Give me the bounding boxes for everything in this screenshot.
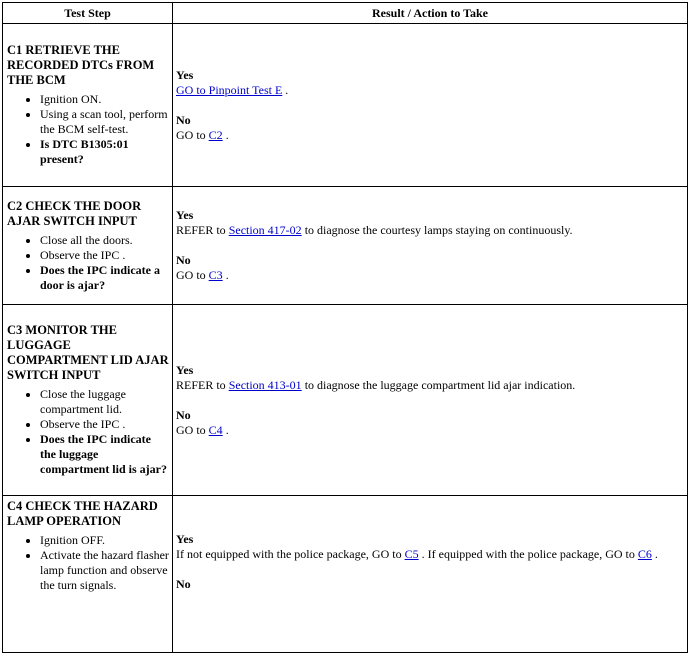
no-prefix: GO to (176, 268, 209, 282)
yes-label: Yes (176, 208, 194, 222)
step-question: Does the IPC indicate a door is ajar? (40, 263, 169, 293)
no-suffix: . (222, 127, 229, 142)
step-list: Ignition ON. Using a scan tool, perform … (6, 92, 169, 167)
yes-prefix: REFER to (176, 377, 229, 392)
step-bullet: Observe the IPC . (40, 417, 169, 432)
no-action: GO to C3 . (176, 268, 684, 283)
step-bullet: Observe the IPC . (40, 248, 169, 263)
step-question: Is DTC B1305:01 present? (40, 137, 169, 167)
c2-link[interactable]: C2 (209, 128, 223, 142)
section-417-02-link[interactable]: Section 417-02 (229, 223, 302, 237)
section-413-01-link[interactable]: Section 413-01 (229, 378, 302, 392)
step-bullet: Close all the doors. (40, 233, 169, 248)
pinpoint-test-e-link[interactable]: GO to Pinpoint Test E (176, 83, 282, 97)
diagnostic-table: Test Step Result / Action to Take C1 RET… (2, 2, 688, 653)
step-list: Ignition OFF. Activate the hazard flashe… (6, 533, 169, 593)
yes-label: Yes (176, 532, 194, 546)
yes-action: GO to Pinpoint Test E . (176, 83, 684, 98)
yes-prefix: If not equipped with the police package,… (176, 547, 405, 561)
step-bullet: Close the luggage compartment lid. (40, 387, 169, 417)
result-cell: Yes REFER to Section 413-01 to diagnose … (172, 304, 688, 496)
yes-suffix: . (282, 82, 289, 97)
step-title: C2 CHECK THE DOOR AJAR SWITCH INPUT (7, 198, 142, 228)
no-prefix: GO to (176, 422, 209, 437)
step-title: C1 RETRIEVE THE RECORDED DTCs FROM THE B… (7, 43, 155, 87)
c6-link[interactable]: C6 (638, 547, 652, 561)
step-question: Does the IPC indicate the luggage compar… (40, 432, 169, 477)
table-header-row: Test Step Result / Action to Take (2, 2, 688, 24)
table-row: C4 CHECK THE HAZARD LAMP OPERATION Ignit… (2, 495, 688, 653)
step-title: C3 MONITOR THE LUGGAGE COMPARTMENT LID A… (7, 323, 169, 382)
no-label: No (176, 112, 191, 127)
no-label: No (176, 407, 191, 422)
no-action: GO to C4 . (176, 423, 684, 438)
yes-action: REFER to Section 417-02 to diagnose the … (176, 223, 684, 238)
table-row: C3 MONITOR THE LUGGAGE COMPARTMENT LID A… (2, 304, 688, 496)
step-title: C4 CHECK THE HAZARD LAMP OPERATION (7, 499, 158, 528)
no-label: No (176, 577, 191, 591)
c5-link[interactable]: C5 (405, 547, 419, 561)
step-cell: C1 RETRIEVE THE RECORDED DTCs FROM THE B… (2, 23, 173, 187)
step-bullet: Using a scan tool, perform the BCM self-… (40, 107, 169, 137)
yes-suffix: to diagnose the courtesy lamps staying o… (301, 223, 573, 237)
no-action: GO to C2 . (176, 128, 684, 143)
yes-action: If not equipped with the police package,… (176, 547, 684, 562)
yes-suffix: . (651, 547, 658, 561)
yes-label: Yes (176, 362, 194, 377)
step-list: Close the luggage compartment lid. Obser… (6, 387, 169, 477)
header-test-step: Test Step (2, 2, 173, 24)
step-list: Close all the doors. Observe the IPC . D… (6, 233, 169, 293)
step-cell: C4 CHECK THE HAZARD LAMP OPERATION Ignit… (2, 495, 173, 653)
no-prefix: GO to (176, 127, 209, 142)
no-label: No (176, 253, 191, 267)
table-row: C1 RETRIEVE THE RECORDED DTCs FROM THE B… (2, 23, 688, 187)
step-bullet: Activate the hazard flasher lamp functio… (40, 548, 169, 593)
c4-link[interactable]: C4 (209, 423, 223, 437)
header-result: Result / Action to Take (172, 2, 688, 24)
result-cell: Yes If not equipped with the police pack… (172, 495, 688, 653)
yes-prefix: REFER to (176, 223, 229, 237)
yes-suffix: to diagnose the luggage compartment lid … (301, 377, 576, 392)
step-cell: C2 CHECK THE DOOR AJAR SWITCH INPUT Clos… (2, 186, 173, 305)
c3-link[interactable]: C3 (209, 268, 223, 282)
step-bullet: Ignition ON. (40, 92, 169, 107)
result-cell: Yes REFER to Section 417-02 to diagnose … (172, 186, 688, 305)
yes-middle: . If equipped with the police package, G… (418, 547, 638, 561)
yes-label: Yes (176, 67, 194, 82)
step-cell: C3 MONITOR THE LUGGAGE COMPARTMENT LID A… (2, 304, 173, 496)
table-row: C2 CHECK THE DOOR AJAR SWITCH INPUT Clos… (2, 186, 688, 305)
result-cell: Yes GO to Pinpoint Test E . No GO to C2 … (172, 23, 688, 187)
no-suffix: . (222, 268, 229, 282)
no-suffix: . (222, 422, 229, 437)
yes-action: REFER to Section 413-01 to diagnose the … (176, 378, 684, 393)
step-bullet: Ignition OFF. (40, 533, 169, 548)
